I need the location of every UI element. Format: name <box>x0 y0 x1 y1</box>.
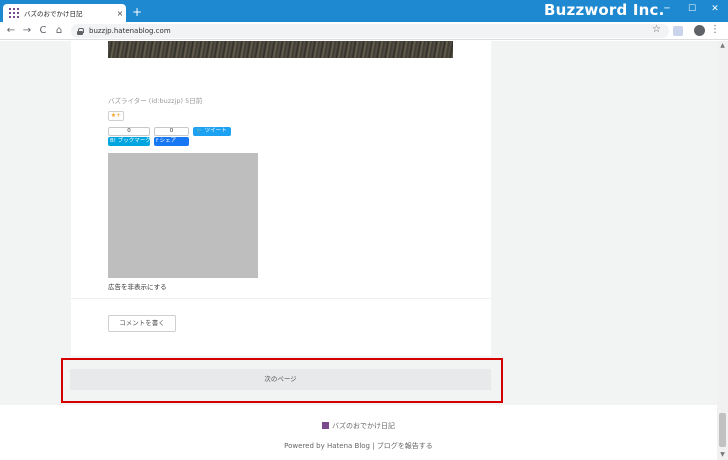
article-card: バズライター (id:buzzjp) 5日前 ★+ 0 B! ブックマーク 0 … <box>71 41 491 356</box>
ad-placeholder[interactable] <box>108 153 258 278</box>
hatena-bookmark-button[interactable]: B! ブックマーク <box>108 137 151 146</box>
minimize-button[interactable]: ─ <box>657 2 677 16</box>
new-tab-button[interactable]: + <box>130 5 144 19</box>
blog-footer: バズのおでかけ日記 Powered by Hatena Blog | ブログを報… <box>0 405 717 460</box>
brand-watermark: Buzzword Inc. <box>544 1 665 19</box>
section-divider <box>71 298 491 299</box>
browser-menu-icon[interactable]: ⋮ <box>710 24 720 35</box>
address-bar[interactable]: buzzjp.hatenablog.com <box>71 24 669 38</box>
facebook-count: 0 <box>154 127 189 136</box>
maximize-button[interactable]: ☐ <box>682 2 702 16</box>
lock-icon <box>77 27 84 35</box>
page-viewport: バズライター (id:buzzjp) 5日前 ★+ 0 B! ブックマーク 0 … <box>0 41 717 460</box>
footer-blog-name[interactable]: バズのおでかけ日記 <box>332 422 395 430</box>
forward-arrow-icon[interactable]: → <box>20 24 34 38</box>
scroll-up-arrow-icon[interactable]: ▲ <box>717 41 728 51</box>
hatena-bookmark-widget[interactable]: 0 B! ブックマーク <box>108 127 151 147</box>
tweet-label: ツイート <box>204 128 227 134</box>
scroll-thumb[interactable] <box>719 413 726 447</box>
close-window-button[interactable]: ✕ <box>705 2 725 16</box>
highlight-annotation-box <box>61 358 503 403</box>
extension-icon[interactable] <box>673 26 683 36</box>
facebook-share-widget[interactable]: 0 f シェア <box>154 127 189 147</box>
tab-active[interactable]: バズのおでかけ日記 × <box>3 4 126 22</box>
footer-blog-title[interactable]: バズのおでかけ日記 <box>0 421 717 431</box>
bookmark-star-icon[interactable]: ☆ <box>652 24 661 35</box>
account-avatar-icon[interactable] <box>694 25 705 36</box>
scroll-down-arrow-icon[interactable]: ▼ <box>717 450 728 460</box>
footer-powered-by[interactable]: Powered by Hatena Blog | ブログを報告する <box>0 441 717 451</box>
article-byline[interactable]: バズライター (id:buzzjp) 5日前 <box>108 95 202 105</box>
url-text: buzzjp.hatenablog.com <box>89 27 171 35</box>
page-scrollbar[interactable]: ▲ ▼ <box>717 41 728 460</box>
facebook-share-button[interactable]: f シェア <box>154 137 189 146</box>
tweet-button[interactable]: 🐦 ツイート <box>193 127 231 136</box>
reload-icon[interactable]: C <box>36 24 50 38</box>
tab-title: バズのおでかけ日記 <box>24 10 83 18</box>
tab-close-icon[interactable]: × <box>114 9 126 18</box>
blog-favicon-icon <box>9 8 19 18</box>
browser-titlebar: バズのおでかけ日記 × + Buzzword Inc. ─ ☐ ✕ <box>0 0 728 22</box>
hide-ads-link[interactable]: 広告を非表示にする <box>108 281 167 291</box>
article-photo <box>108 41 453 58</box>
add-star-button[interactable]: ★+ <box>108 111 124 121</box>
twitter-bird-icon: 🐦 <box>196 128 203 134</box>
bookmark-count: 0 <box>108 127 150 136</box>
back-arrow-icon[interactable]: ← <box>4 24 18 38</box>
write-comment-button[interactable]: コメントを書く <box>108 315 176 332</box>
blog-favicon-icon <box>322 422 329 429</box>
home-icon[interactable]: ⌂ <box>52 24 66 38</box>
browser-toolbar: ← → C ⌂ buzzjp.hatenablog.com ☆ ⋮ <box>0 22 728 40</box>
